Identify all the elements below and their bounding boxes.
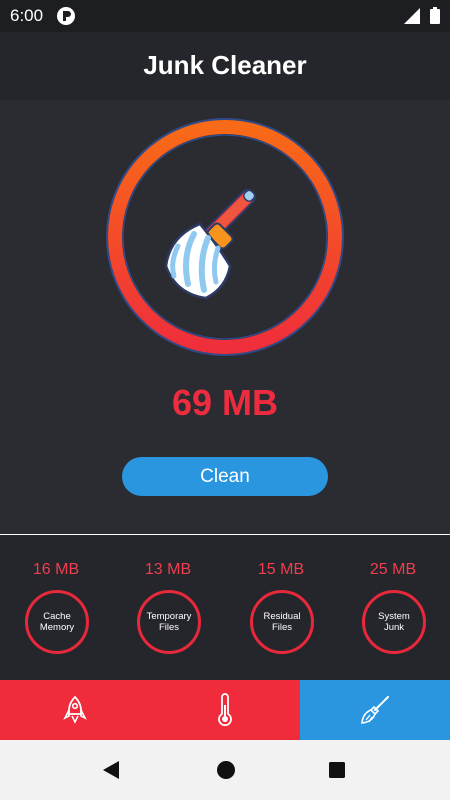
temporary-files-label: Temporary Files <box>146 611 192 633</box>
system-nav-bar <box>0 740 450 800</box>
broom-icon <box>361 696 389 724</box>
recents-icon[interactable] <box>328 761 346 779</box>
cache-memory-size: 16 MB <box>32 561 80 578</box>
junk-gauge <box>106 118 344 356</box>
cache-memory-label: Cache Memory <box>39 611 75 633</box>
cache-memory-ring[interactable]: Cache Memory <box>25 590 89 654</box>
broom-icon <box>164 188 257 300</box>
junk-total-label: 69 MB <box>171 382 279 423</box>
back-icon[interactable] <box>101 760 121 780</box>
status-bar: 6:00 <box>0 0 450 32</box>
tab-boost[interactable] <box>0 680 150 740</box>
residual-files-size: 15 MB <box>257 561 305 578</box>
tab-junk-cleaner[interactable] <box>300 680 450 740</box>
status-time: 6:00 <box>10 6 44 25</box>
battery-icon <box>430 7 440 24</box>
temporary-files-ring[interactable]: Temporary Files <box>137 590 201 654</box>
residual-files-ring[interactable]: Residual Files <box>250 590 314 654</box>
page-title: Junk Cleaner <box>143 50 307 80</box>
signal-icon <box>404 8 420 24</box>
clean-button[interactable]: Clean <box>122 457 328 496</box>
app-logo-icon <box>57 7 75 25</box>
thermometer-icon <box>218 693 232 727</box>
system-junk-ring[interactable]: System Junk <box>362 590 426 654</box>
temporary-files-size: 13 MB <box>144 561 192 578</box>
junk-categories: 16 MB Cache Memory 13 MB Temporary Files… <box>0 535 450 680</box>
residual-files-label: Residual Files <box>263 611 301 633</box>
tab-cooler[interactable] <box>150 680 300 740</box>
rocket-icon <box>63 695 87 724</box>
bottom-nav <box>0 680 450 740</box>
system-junk-size: 25 MB <box>369 561 417 578</box>
app-bar: Junk Cleaner <box>0 32 450 100</box>
home-icon[interactable] <box>216 760 236 780</box>
system-junk-label: System Junk <box>378 611 410 633</box>
